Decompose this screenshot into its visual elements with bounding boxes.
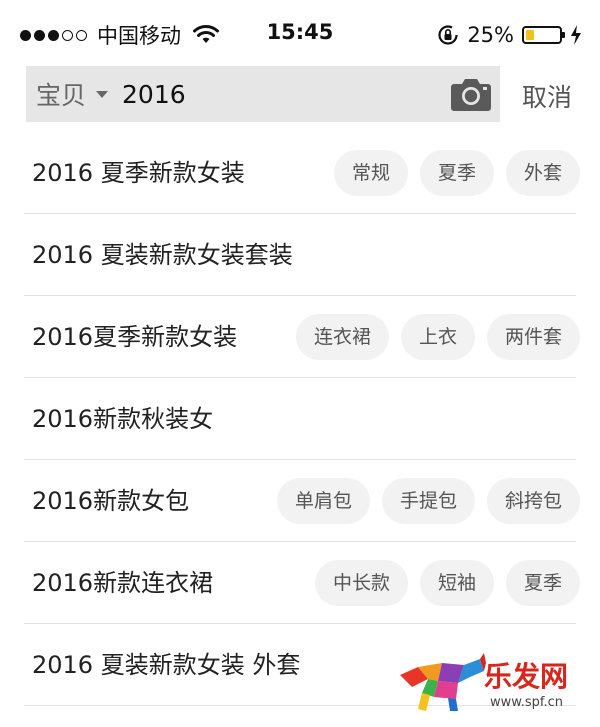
watermark: 乐发网 www.spf.cn: [398, 649, 588, 719]
suggestion-row[interactable]: 2016新款连衣裙 中长款 短袖 夏季: [0, 542, 600, 624]
chevron-down-icon: [96, 90, 109, 98]
suggestion-row[interactable]: 2016 夏季新款女装 常规 夏季 外套: [0, 132, 600, 214]
suggestion-text: 2016 夏装新款女装套装: [32, 241, 293, 269]
suggestion-text: 2016新款连衣裙: [32, 569, 214, 597]
bull-logo-icon: [400, 653, 486, 711]
tag-chip[interactable]: 手提包: [381, 478, 475, 524]
suggestion-text: 2016新款女包: [32, 487, 190, 515]
search-input[interactable]: 宝贝 2016: [26, 66, 500, 122]
suggestion-text: 2016 夏装新款女装 外套: [32, 651, 301, 679]
suggestion-row[interactable]: 2016夏季新款女装 连衣裙 上衣 两件套: [0, 296, 600, 378]
rotation-lock-icon: [438, 25, 458, 45]
search-query-text: 2016: [122, 79, 186, 109]
tag-chip[interactable]: 斜挎包: [486, 478, 580, 524]
battery-icon: [522, 26, 565, 44]
tag-chip[interactable]: 连衣裙: [295, 314, 389, 360]
suggestion-text: 2016夏季新款女装: [32, 323, 238, 351]
tag-chip[interactable]: 外套: [505, 150, 580, 196]
tag-chip[interactable]: 常规: [333, 150, 408, 196]
search-row: 宝贝 2016 取消: [26, 66, 586, 122]
tag-chips: 连衣裙 上衣 两件套: [295, 314, 580, 360]
tag-chips: 单肩包 手提包 斜挎包: [276, 478, 580, 524]
status-bar-right: 25%: [437, 20, 582, 50]
tag-chip[interactable]: 中长款: [314, 560, 408, 606]
search-scope-selector[interactable]: 宝贝: [36, 76, 86, 112]
cancel-button[interactable]: 取消: [522, 78, 572, 114]
battery-percent: 25%: [467, 23, 514, 47]
suggestion-list: 2016 夏季新款女装 常规 夏季 外套 2016 夏装新款女装套装 2016夏…: [0, 132, 600, 706]
watermark-title: 乐发网: [484, 660, 569, 693]
camera-icon[interactable]: [450, 74, 492, 112]
tag-chip[interactable]: 夏季: [505, 560, 580, 606]
suggestion-text: 2016新款秋装女: [32, 405, 214, 433]
suggestion-row[interactable]: 2016新款秋装女: [0, 378, 600, 460]
watermark-url: www.spf.cn: [490, 695, 564, 710]
charging-bolt-icon: [571, 25, 581, 45]
tag-chip[interactable]: 上衣: [400, 314, 475, 360]
suggestion-row[interactable]: 2016新款女包 单肩包 手提包 斜挎包: [0, 460, 600, 542]
tag-chip[interactable]: 单肩包: [276, 478, 370, 524]
suggestion-row[interactable]: 2016 夏装新款女装套装: [0, 214, 600, 296]
tag-chip[interactable]: 短袖: [419, 560, 494, 606]
status-bar: 中国移动 15:45 25%: [0, 0, 600, 60]
tag-chip[interactable]: 两件套: [486, 314, 580, 360]
tag-chips: 中长款 短袖 夏季: [314, 560, 580, 606]
suggestion-text: 2016 夏季新款女装: [32, 159, 245, 187]
tag-chips: 常规 夏季 外套: [333, 150, 580, 196]
tag-chip[interactable]: 夏季: [419, 150, 494, 196]
